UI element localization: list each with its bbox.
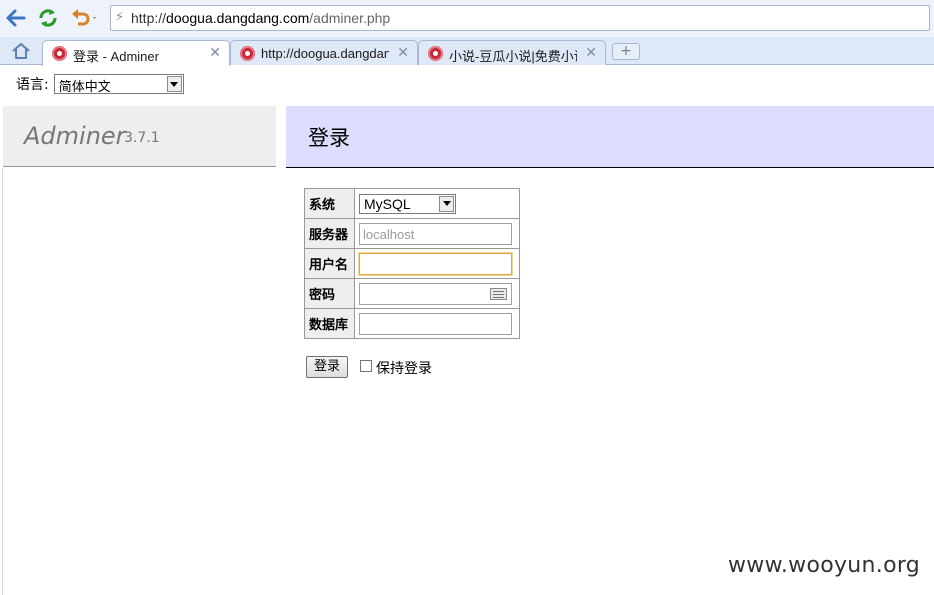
reload-button[interactable]	[37, 7, 59, 29]
keyboard-icon[interactable]	[490, 287, 507, 300]
chevron-down-icon	[166, 76, 182, 92]
database-label: 数据库	[304, 308, 355, 339]
chevron-down-icon	[439, 195, 454, 212]
username-input[interactable]	[359, 252, 512, 275]
system-select-value: MySQL	[364, 195, 411, 212]
adminer-brand: Adminer 3.7.1	[3, 106, 276, 167]
system-cell: MySQL	[354, 188, 520, 219]
database-row: 数据库	[304, 308, 520, 339]
menu-divider	[2, 168, 3, 595]
password-cell	[354, 278, 520, 309]
server-label: 服务器	[304, 218, 355, 249]
system-select[interactable]: MySQL	[359, 193, 456, 214]
language-select[interactable]: 简体中文	[53, 74, 184, 95]
permanent-login-checkbox[interactable]	[360, 360, 372, 372]
browser-toolbar: ⚡ http://doogua.dangdang.com/adminer.php	[0, 0, 934, 37]
content-header: 登录	[286, 106, 934, 168]
password-input[interactable]	[359, 282, 512, 305]
close-tab-icon[interactable]: ✕	[209, 45, 221, 61]
tab-strip: 登录 - Adminer ✕ http://doogua.dangdang ✕ …	[0, 37, 934, 66]
site-favicon-icon	[52, 46, 67, 61]
watermark: www.wooyun.org	[728, 553, 921, 578]
adminer-logo-link[interactable]: Adminer	[24, 122, 126, 150]
tab-title: http://doogua.dangdang	[261, 46, 389, 61]
language-label: 语言:	[16, 77, 49, 93]
dropdown-arrow-icon	[93, 17, 96, 19]
back-button[interactable]	[5, 7, 27, 29]
site-favicon-icon	[240, 46, 255, 61]
login-button[interactable]: 登录	[306, 356, 348, 378]
tab-doogua-url[interactable]: http://doogua.dangdang ✕	[230, 40, 418, 65]
new-tab-button[interactable]: +	[612, 43, 640, 60]
back-arrow-icon	[6, 9, 26, 27]
server-row: 服务器 localhost	[304, 218, 520, 249]
tab-title: 登录 - Adminer	[73, 49, 159, 64]
password-row: 密码	[304, 278, 520, 309]
server-input[interactable]: localhost	[359, 222, 512, 245]
reload-icon	[39, 9, 57, 27]
tab-title: 小说-豆瓜小说|免费小说	[449, 49, 577, 64]
system-row: 系统 MySQL	[304, 188, 520, 219]
tab-adminer-login[interactable]: 登录 - Adminer ✕	[42, 40, 230, 66]
database-input[interactable]	[359, 312, 512, 335]
tab-doogua-novel[interactable]: 小说-豆瓜小说|免费小说 ✕	[418, 40, 606, 65]
close-tab-icon[interactable]: ✕	[585, 45, 597, 61]
login-form-table: 系统 MySQL 服务器 localhost 用户名 密码 数据库	[304, 188, 520, 339]
site-favicon-icon	[428, 46, 443, 61]
page-title: 登录	[308, 126, 350, 150]
system-label: 系统	[304, 188, 355, 219]
url-text: http://doogua.dangdang.com/adminer.php	[131, 10, 391, 26]
home-icon	[12, 43, 30, 59]
language-select-value: 简体中文	[58, 80, 111, 95]
language-row: 语言: 简体中文	[16, 74, 184, 95]
undo-icon	[72, 9, 96, 26]
server-cell: localhost	[354, 218, 520, 249]
username-row: 用户名	[304, 248, 520, 279]
username-cell	[354, 248, 520, 279]
username-label: 用户名	[304, 248, 355, 279]
address-bar[interactable]: ⚡ http://doogua.dangdang.com/adminer.php	[110, 5, 930, 31]
undo-button[interactable]	[69, 7, 101, 29]
server-placeholder: localhost	[363, 226, 415, 242]
close-tab-icon[interactable]: ✕	[397, 45, 409, 61]
adminer-version: 3.7.1	[124, 130, 160, 146]
lightning-icon: ⚡	[115, 10, 125, 25]
database-cell	[354, 308, 520, 339]
permanent-login-label[interactable]: 保持登录	[376, 358, 432, 378]
password-label: 密码	[304, 278, 355, 309]
home-button[interactable]	[10, 41, 32, 61]
